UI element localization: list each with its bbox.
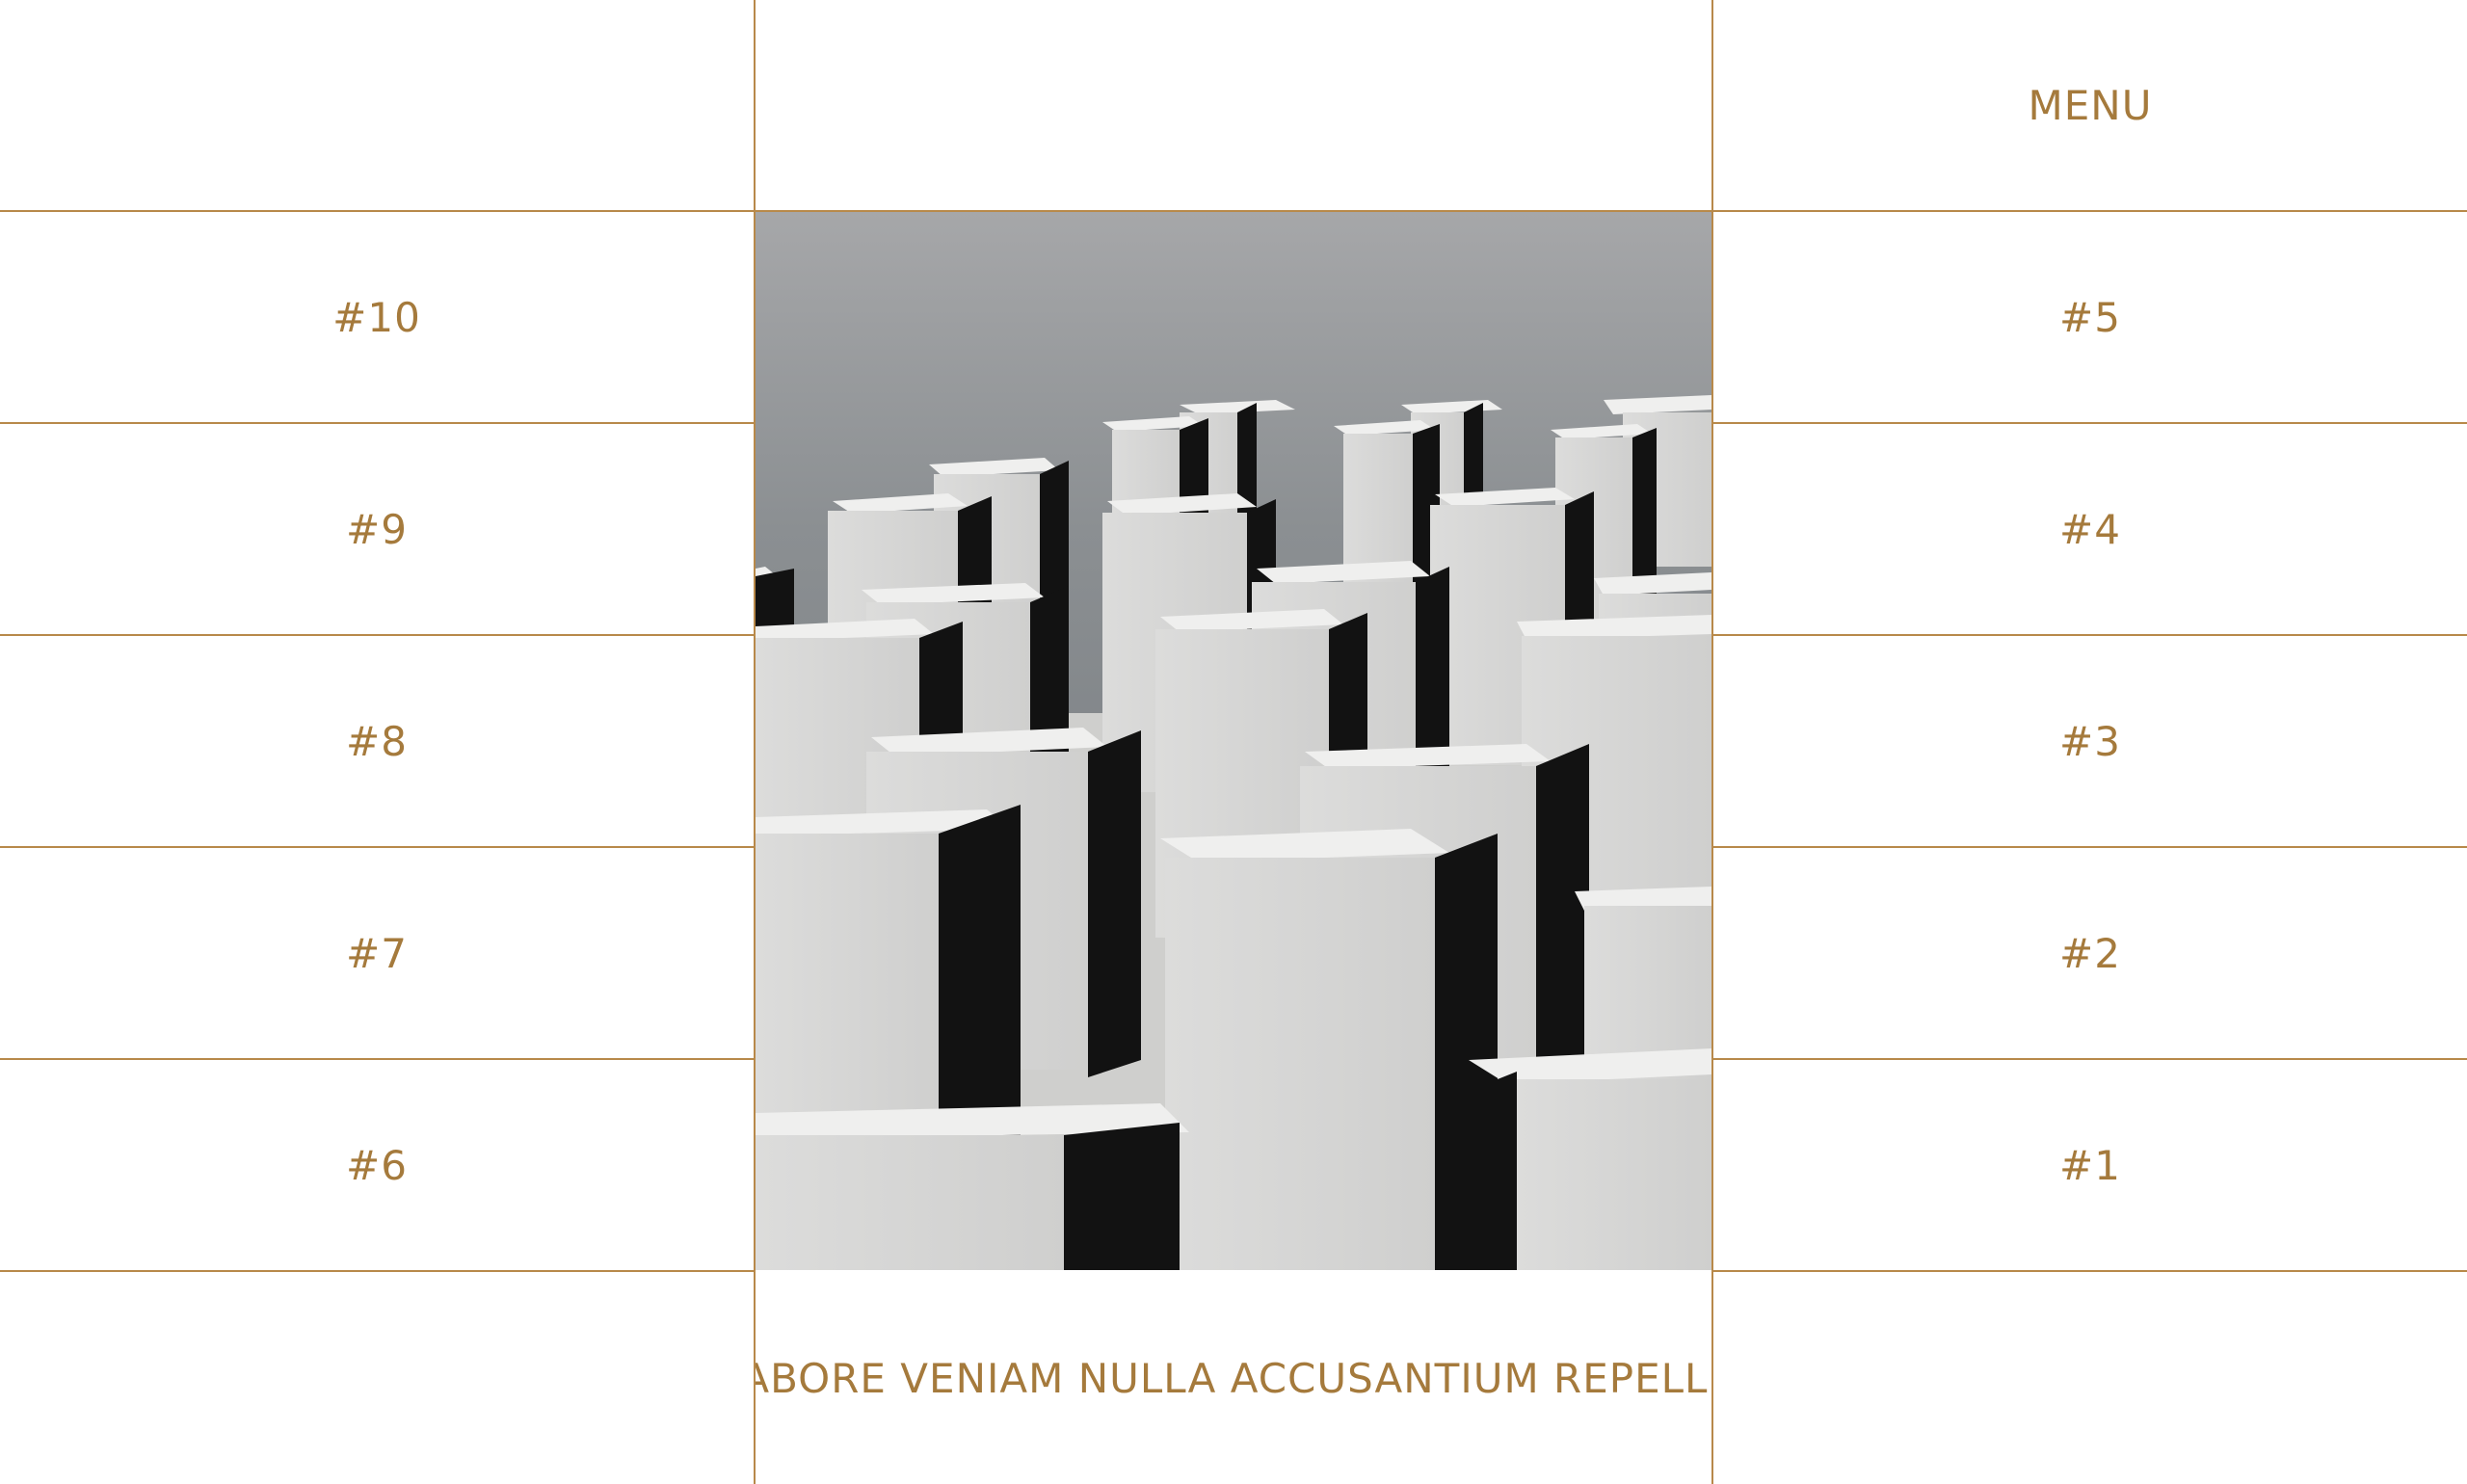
blocks-illustration: [756, 212, 1711, 1270]
menu-button[interactable]: MENU: [1713, 0, 2467, 212]
nav-item-7[interactable]: #7: [0, 848, 754, 1060]
page: MENU #10 #9 #8 #7 #6 #5 #4 #3 #2 #1 BORE…: [0, 0, 2467, 1484]
nav-item-6[interactable]: #6: [0, 1060, 754, 1272]
nav-item-8[interactable]: #8: [0, 636, 754, 848]
ticker-text: LABORE VENIAM NULLA ACCUSANTIUM REPELLEN…: [756, 1354, 1711, 1402]
grid-divider-left: [754, 0, 756, 1484]
menu-label: MENU: [2028, 81, 2153, 129]
nav-item-2[interactable]: #2: [1713, 848, 2467, 1060]
marquee-ticker: LABORE VENIAM NULLA ACCUSANTIUM REPELLEN…: [756, 1272, 1711, 1484]
nav-item-label: #9: [346, 505, 408, 553]
header-center-cell: [756, 0, 1711, 212]
block-front-7: [1469, 1048, 1711, 1270]
nav-item-5[interactable]: #5: [1713, 212, 2467, 424]
nav-item-label: #10: [332, 293, 421, 341]
nav-item-4[interactable]: #4: [1713, 424, 2467, 636]
nav-item-label: #6: [346, 1141, 408, 1189]
nav-item-10[interactable]: #10: [0, 212, 754, 424]
header-left-cell: [0, 0, 754, 212]
nav-item-9[interactable]: #9: [0, 424, 754, 636]
nav-item-label: #8: [346, 717, 408, 765]
block-front-4: [1160, 829, 1498, 1270]
nav-item-label: #2: [2059, 929, 2121, 977]
grid-divider-right: [1711, 0, 1713, 1484]
block-front-6: [756, 1103, 1189, 1270]
nav-item-3[interactable]: #3: [1713, 636, 2467, 848]
nav-item-label: #5: [2059, 293, 2121, 341]
nav-item-1[interactable]: #1: [1713, 1060, 2467, 1272]
footer-left-cell: [0, 1272, 754, 1484]
nav-item-label: #4: [2059, 505, 2121, 553]
footer-right-cell: [1713, 1272, 2467, 1484]
hero-image: [756, 212, 1711, 1270]
nav-item-label: #7: [346, 929, 408, 977]
nav-item-label: #3: [2059, 717, 2121, 765]
nav-item-label: #1: [2059, 1141, 2121, 1189]
